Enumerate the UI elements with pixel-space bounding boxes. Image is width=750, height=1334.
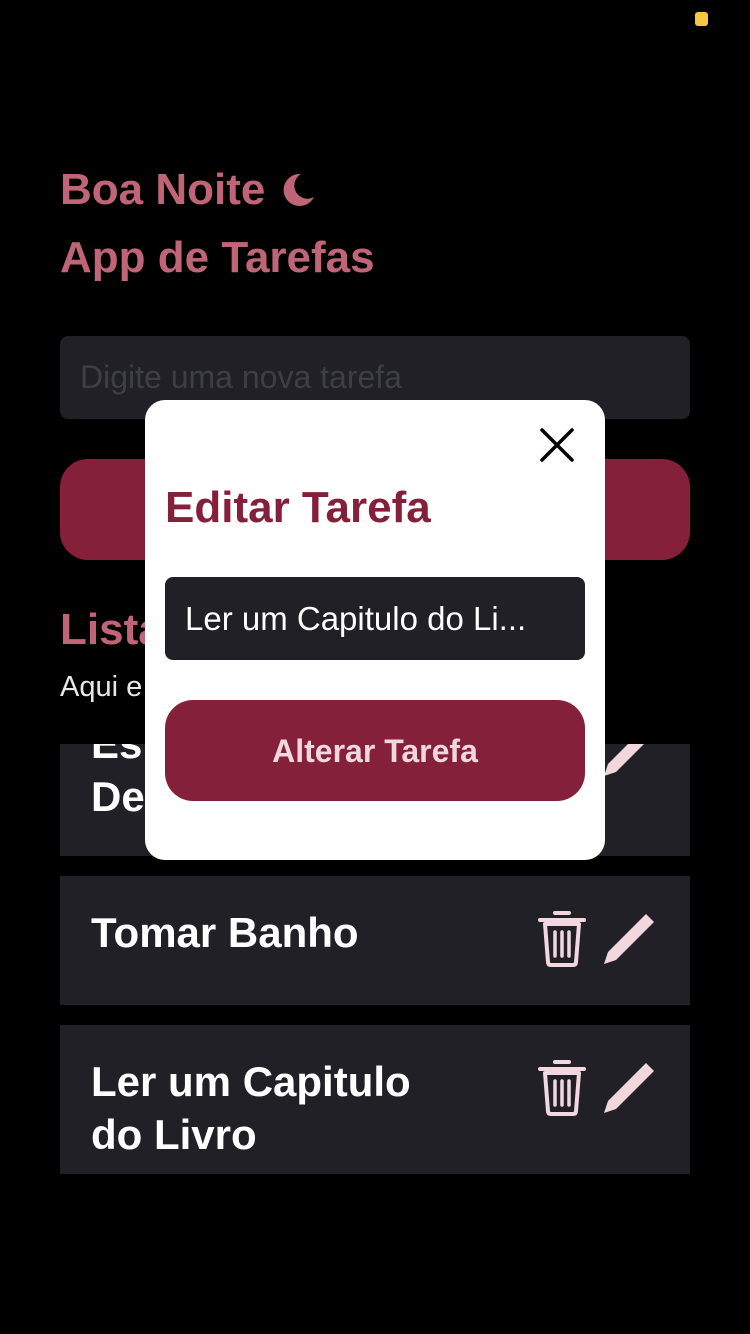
- trash-icon[interactable]: [537, 1059, 587, 1117]
- moon-icon: [284, 173, 315, 206]
- app-title: App de Tarefas: [60, 233, 375, 282]
- pencil-icon[interactable]: [598, 1059, 658, 1119]
- task-card: Ler um Capitulo do Livro: [60, 1025, 690, 1174]
- task-text: Ler um Capitulo do Livro: [91, 1058, 411, 1158]
- pencil-icon[interactable]: [598, 744, 658, 782]
- list-subtitle: Aqui e: [60, 671, 143, 703]
- edit-task-modal: Editar Tarefa Ler um Capitulo do Li... A…: [145, 400, 605, 860]
- modal-title: Editar Tarefa: [165, 483, 431, 532]
- edit-task-input[interactable]: Ler um Capitulo do Li...: [165, 577, 585, 660]
- task-card: Tomar Banho: [60, 876, 690, 1005]
- trash-icon[interactable]: [537, 910, 587, 968]
- alter-task-button[interactable]: Alterar Tarefa: [165, 700, 585, 801]
- greeting-heading: Boa Noite: [60, 162, 317, 218]
- greeting-text: Boa Noite: [60, 165, 266, 214]
- pencil-icon[interactable]: [598, 910, 658, 970]
- task-text: Tomar Banho: [91, 909, 359, 956]
- app-screen: Boa Noite App de Tarefas Lista Aqui e Es…: [0, 0, 750, 1334]
- status-indicator: [695, 12, 708, 26]
- close-icon[interactable]: [534, 422, 580, 468]
